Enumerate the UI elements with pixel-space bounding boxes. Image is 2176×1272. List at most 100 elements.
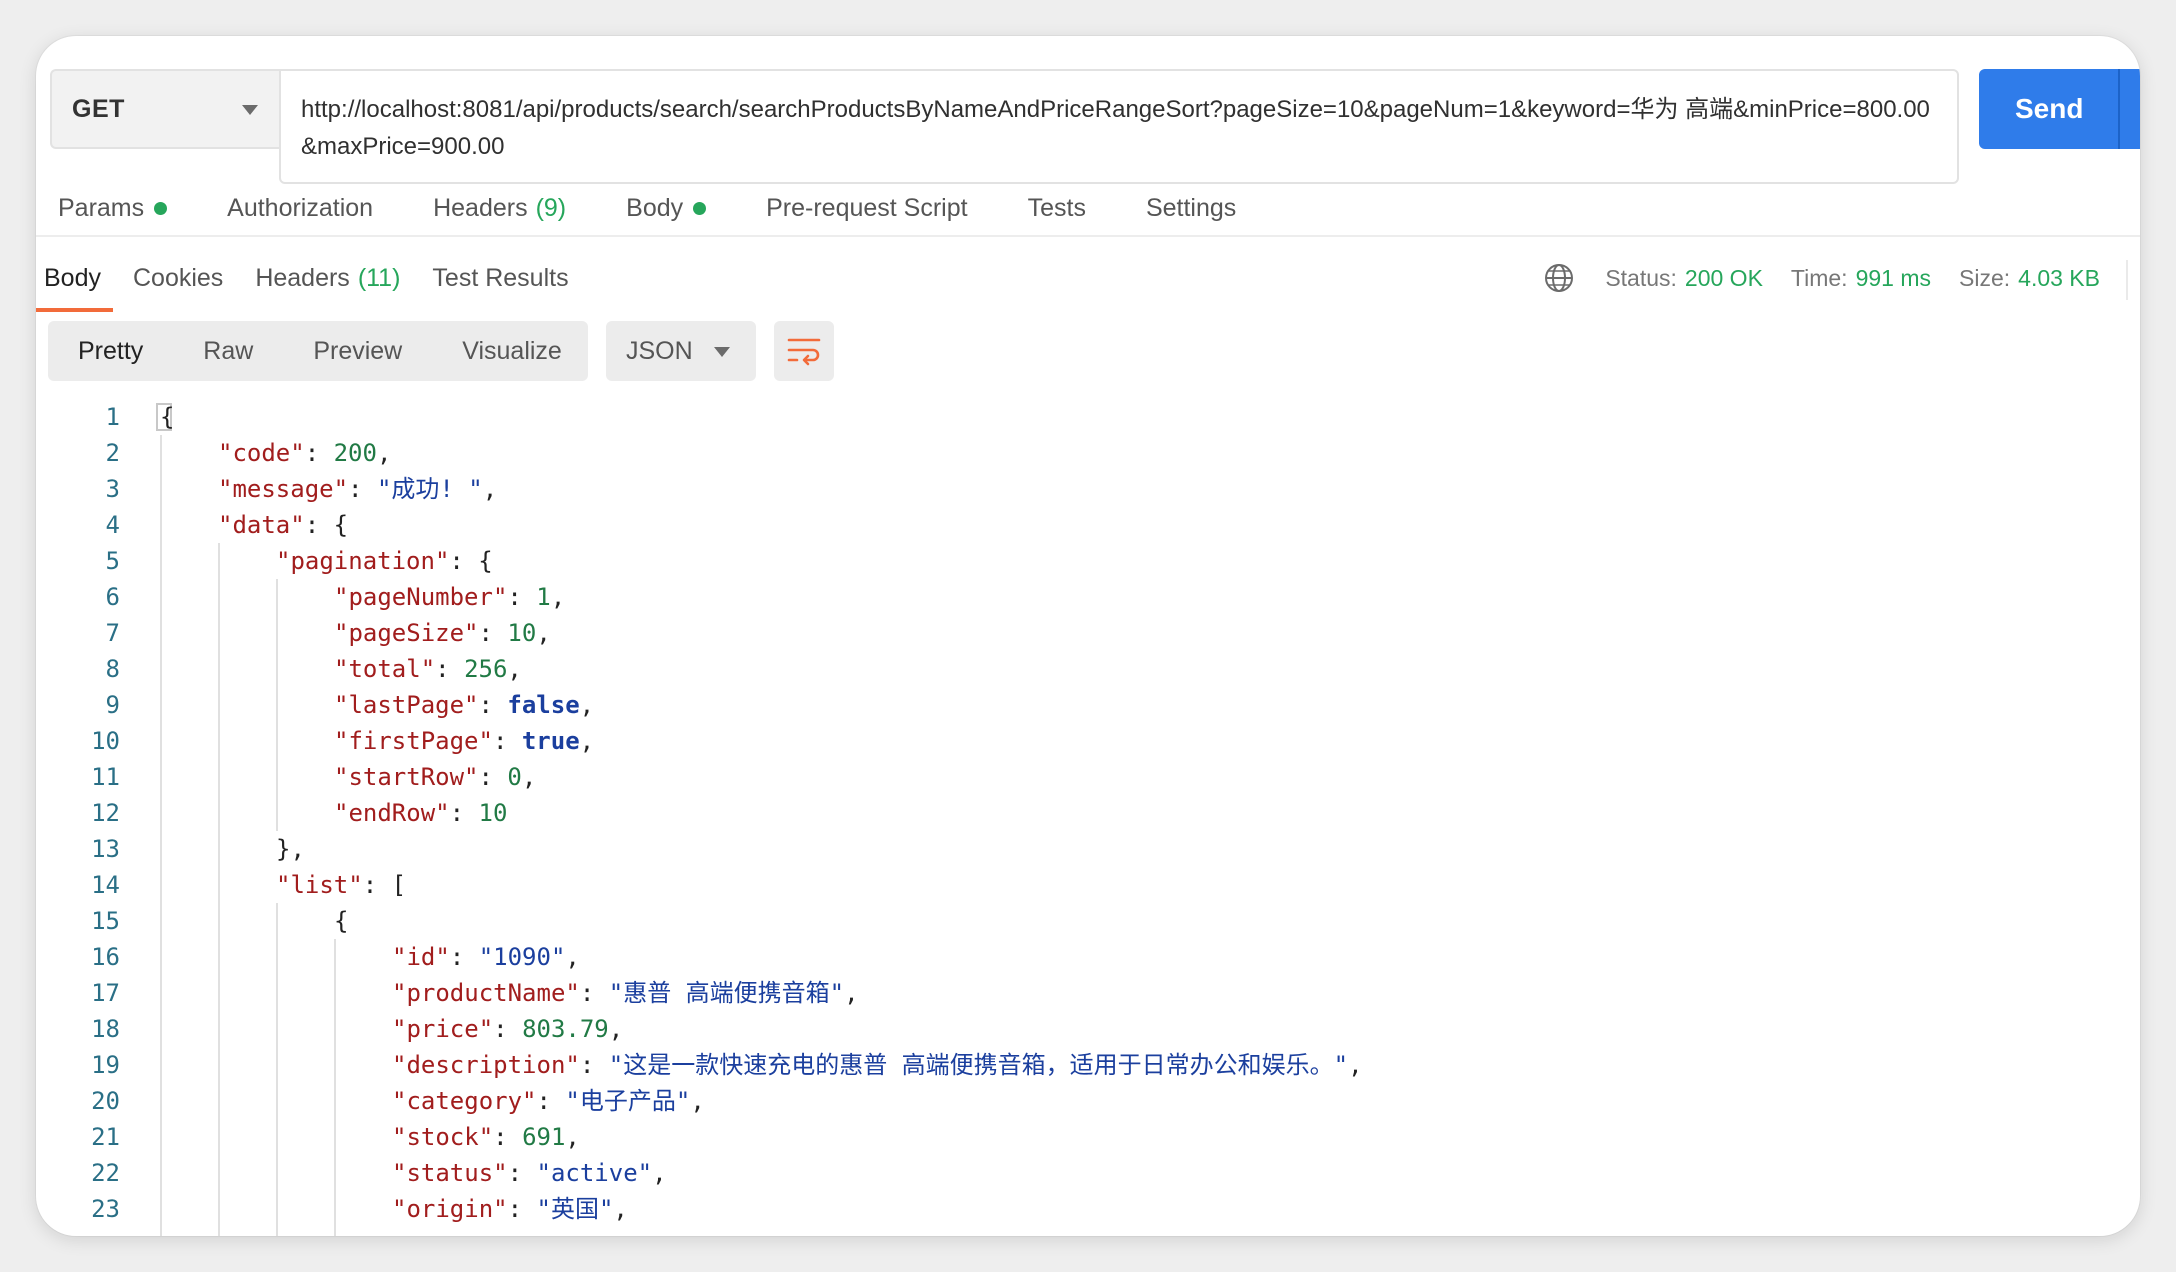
code-line: 4 "data": { [36, 507, 2140, 543]
code-text: "endRow": 10 [160, 795, 507, 831]
code-token: , [565, 943, 580, 971]
params-indicator-dot [154, 201, 168, 215]
url-input[interactable]: http://localhost:8081/api/products/searc… [279, 69, 1959, 184]
code-token: "电子产品" [565, 1087, 691, 1115]
code-text: "pagination": { [160, 543, 493, 579]
tab-params[interactable]: Params [58, 193, 168, 223]
code-token: , [550, 583, 566, 611]
code-token: , [482, 475, 498, 503]
tab-response-body-label: Body [44, 263, 101, 292]
response-body-editor[interactable]: 1{2 "code": 200, 3 "message": "成功! ", 4 "data… [36, 399, 2140, 1236]
code-token: "code" [218, 439, 305, 467]
code-text: "firstPage": true, [160, 723, 594, 759]
code-token: { [334, 907, 349, 935]
code-text: "startRow": 0, [160, 759, 536, 795]
code-token: : [435, 655, 465, 683]
tab-tests-label: Tests [1027, 193, 1086, 222]
code-text: "data": { [160, 507, 348, 543]
tab-response-headers-label: Headers [255, 263, 350, 292]
tab-tests[interactable]: Tests [1028, 194, 1086, 223]
tab-cookies-label: Cookies [132, 263, 224, 292]
code-line: 13}, [36, 831, 2140, 867]
response-tabs: Body Cookies Headers (11) Test Results [36, 248, 601, 312]
headers-count: (9) [535, 193, 567, 222]
tab-response-headers[interactable]: Headers (11) [255, 248, 400, 308]
line-number: 1 [105, 403, 120, 431]
code-line: 5 "pagination": { [36, 543, 2140, 579]
tab-settings[interactable]: Settings [1146, 194, 1236, 223]
code-token: "description" [392, 1051, 580, 1079]
code-token: , [652, 1159, 667, 1187]
code-token: 1 [536, 583, 551, 611]
section-divider [36, 235, 2140, 237]
line-number: 10 [91, 727, 120, 755]
send-options-divider[interactable] [2118, 69, 2120, 149]
code-token: true [521, 727, 580, 755]
wrap-lines-button[interactable] [774, 321, 834, 381]
code-token: "pageNumber" [334, 583, 508, 611]
tab-body-label: Body [626, 193, 684, 222]
code-token: : [449, 943, 479, 971]
code-text: { [160, 903, 348, 939]
code-token: "message" [218, 475, 349, 503]
code-token: "active" [536, 1159, 653, 1187]
tab-prerequest-script[interactable]: Pre-request Script [766, 194, 967, 223]
tab-response-body[interactable]: Body [36, 248, 113, 312]
line-number: 2 [105, 439, 120, 467]
code-text: "code": 200, [160, 435, 391, 471]
code-token: : [579, 1051, 609, 1079]
size-indicator[interactable]: Size: 4.03 KB [1959, 265, 2100, 292]
line-number: 11 [91, 763, 120, 791]
format-dropdown[interactable]: JSON [606, 321, 756, 381]
code-line: 22 "status": "active", [36, 1155, 2140, 1191]
code-text: "origin": "英国", [160, 1191, 628, 1227]
code-line: 16 "id": "1090", [36, 939, 2140, 975]
code-line: 15 { [36, 903, 2140, 939]
code-line: 21 "stock": 691, [36, 1119, 2140, 1155]
line-number: 4 [105, 511, 120, 539]
code-line: 3 "message": "成功! ", [36, 471, 2140, 507]
chevron-down-icon [242, 105, 258, 115]
code-text: "status": "active", [160, 1155, 667, 1191]
status-indicator[interactable]: Status: 200 OK [1605, 265, 1763, 292]
code-line: 19 "description": "这是一款快速充电的惠普 高端便携音箱，适用于… [36, 1047, 2140, 1083]
tab-cookies[interactable]: Cookies [133, 248, 223, 308]
view-visualize[interactable]: Visualize [462, 337, 562, 366]
code-token: , [376, 439, 392, 467]
code-token: "endRow" [334, 799, 450, 827]
tab-prerequest-label: Pre-request Script [766, 193, 968, 222]
code-token: : [493, 1015, 523, 1043]
code-token: "origin" [392, 1195, 508, 1223]
code-token: : [478, 763, 508, 791]
line-number: 14 [91, 871, 120, 899]
response-headers-count: (11) [357, 263, 401, 292]
tab-test-results[interactable]: Test Results [432, 248, 568, 308]
line-number: 3 [105, 475, 120, 503]
code-token: : [492, 727, 522, 755]
tab-authorization[interactable]: Authorization [227, 194, 373, 223]
code-text: "list": [ [160, 867, 406, 903]
method-dropdown[interactable]: GET [50, 69, 280, 149]
code-text: "lastPage": false, [160, 687, 594, 723]
code-token: "1090" [478, 943, 566, 971]
view-preview[interactable]: Preview [313, 337, 402, 366]
code-token: "pagination" [276, 547, 450, 575]
send-button[interactable]: Send [1979, 69, 2140, 149]
tab-headers-label: Headers [433, 193, 528, 222]
code-line: 10 "firstPage": true, [36, 723, 2140, 759]
time-indicator[interactable]: Time: 991 ms [1791, 265, 1931, 292]
globe-icon[interactable] [1543, 262, 1575, 294]
tab-params-label: Params [58, 193, 145, 222]
code-token: : [493, 1123, 523, 1151]
view-pretty[interactable]: Pretty [78, 337, 143, 366]
code-token: , [565, 1123, 580, 1151]
view-raw[interactable]: Raw [203, 337, 253, 366]
code-line: 12 "endRow": 10 [36, 795, 2140, 831]
code-text: "id": "1090", [160, 939, 580, 975]
code-token: , [608, 1015, 624, 1043]
code-line: 9 "lastPage": false, [36, 687, 2140, 723]
tab-body[interactable]: Body [626, 193, 707, 223]
code-token: 256 [464, 655, 508, 683]
code-token: }, [276, 835, 305, 863]
tab-headers[interactable]: Headers (9) [433, 194, 566, 223]
